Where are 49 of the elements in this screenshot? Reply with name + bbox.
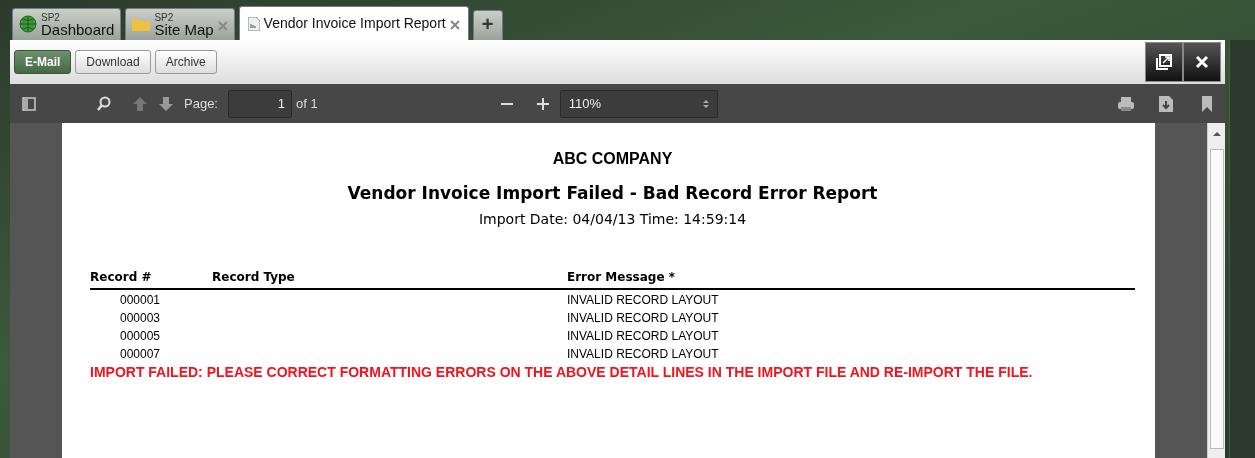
close-button[interactable] (1183, 42, 1221, 82)
folder-icon (132, 17, 151, 31)
popout-button[interactable] (1145, 42, 1183, 82)
report-title: Vendor Invoice Import Failed - Bad Record Error Report (346, 182, 879, 205)
table-cell-text: INVALID RECORD LAYOUT (567, 327, 720, 344)
error-message: IMPORT FAILED: PLEASE CORRECT FORMATTING ERRORS ON THE ABOVE DETAIL LINES IN THE IMPORT FILE AND RE-IMPORT THE FILE. (90, 363, 1034, 381)
scroll-up-icon[interactable] (1211, 129, 1222, 139)
table-cell-text: 000003 (119, 309, 162, 326)
scrollbar[interactable] (1207, 123, 1225, 458)
action-button[interactable]: Download (75, 50, 151, 74)
action-button[interactable]: Archive (154, 50, 217, 74)
page-label: Page: (184, 94, 218, 113)
new-tab-button[interactable]: + (472, 10, 503, 40)
company-name: ABC COMPANY (551, 149, 674, 169)
table-cell-text: INVALID RECORD LAYOUT (567, 345, 720, 362)
tab[interactable]: SP2 Site Map (125, 8, 235, 40)
table-cell-text: 000007 (119, 345, 162, 362)
zoom-in-icon[interactable] (535, 96, 550, 111)
tab-label: Site Map (154, 22, 214, 37)
zoom-select[interactable]: 110% (559, 89, 718, 118)
page-number-field[interactable]: 1 (228, 89, 292, 118)
close-icon[interactable] (449, 20, 460, 31)
table-cell-text: INVALID RECORD LAYOUT (567, 291, 720, 308)
action-button[interactable]: E-Mail (14, 50, 72, 74)
tab[interactable]: SP2 Dashboard (12, 8, 122, 40)
table-cell-text: 000001 (119, 291, 162, 308)
close-icon (1195, 55, 1209, 69)
table-cell-text: INVALID RECORD LAYOUT (567, 309, 720, 326)
tab[interactable]: Vendor Invoice Import Report (238, 6, 469, 40)
column-header: Record Type (212, 267, 567, 290)
page-count: of 1 (296, 94, 318, 113)
save-icon[interactable] (1159, 95, 1173, 112)
tab-group-label: SP2 (154, 13, 175, 22)
select-arrows-icon (702, 98, 709, 109)
tab-label: Vendor Invoice Import Report (263, 16, 446, 31)
sidebar-toggle-icon[interactable] (22, 96, 36, 111)
bookmark-icon[interactable] (1201, 95, 1213, 112)
down-arrow-icon[interactable] (158, 95, 174, 112)
tab-label: Dashboard (41, 22, 115, 37)
column-header: Record # (90, 267, 212, 290)
table-cell-text: 000005 (119, 327, 162, 344)
search-icon[interactable] (96, 95, 112, 112)
tab-group-label: SP2 (41, 13, 61, 22)
column-header: Error Message * (567, 267, 1135, 290)
import-date: Import Date: 04/04/13 Time: 14:59:14 (477, 209, 748, 229)
print-icon[interactable] (1117, 95, 1135, 112)
globe-icon (19, 15, 37, 33)
document-icon (247, 16, 260, 31)
popout-icon (1154, 52, 1174, 72)
